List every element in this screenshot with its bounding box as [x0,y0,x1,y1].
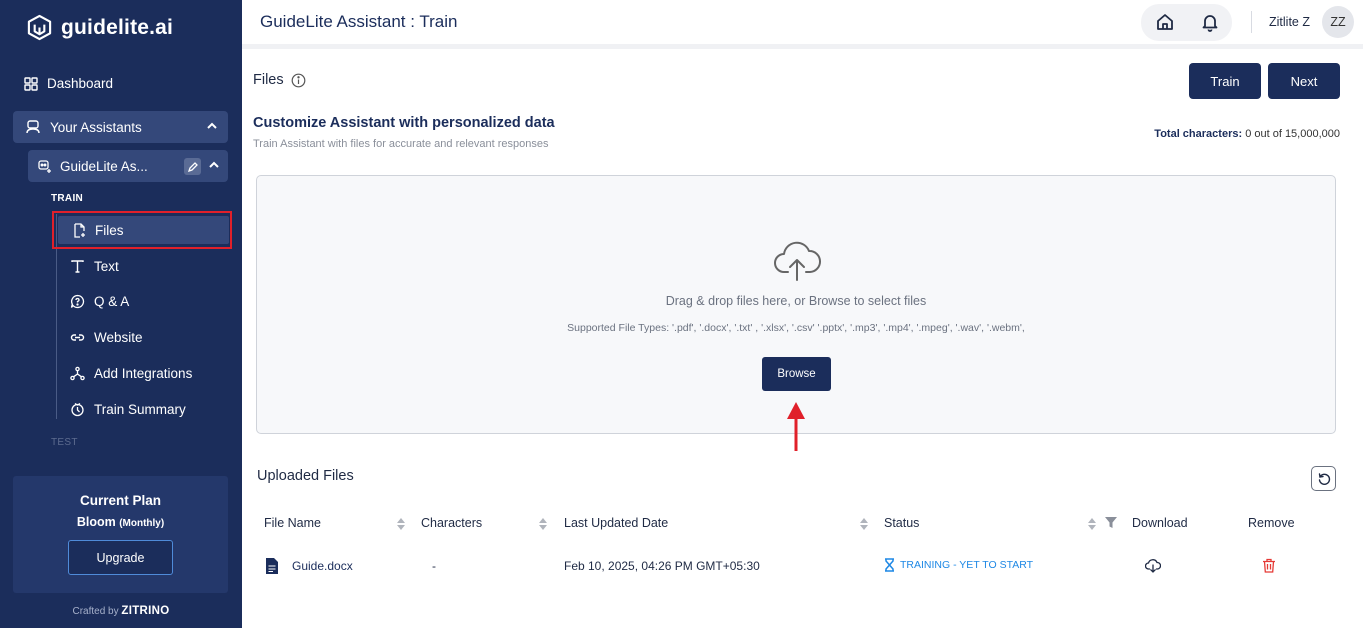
annotation-arrow-icon [787,402,805,451]
sidebar-item-label: Website [94,329,143,345]
cloud-upload-icon [774,241,821,281]
nav-dashboard-label: Dashboard [47,76,114,91]
sidebar-item-label: Add Integrations [94,365,193,381]
sidebar-item-website[interactable]: Website [70,326,143,348]
link-icon [70,333,85,341]
home-icon[interactable] [1155,12,1175,32]
avatar[interactable]: ZZ [1322,6,1354,38]
column-header-characters[interactable]: Characters [421,516,482,530]
crafted-by: Crafted by ZITRINO [0,605,242,617]
header-divider [1251,11,1252,33]
sidebar-item-train-summary[interactable]: Train Summary [70,398,186,420]
file-add-icon [74,222,85,238]
browse-button[interactable]: Browse [762,357,831,391]
user-name[interactable]: Zitlite Z [1269,15,1310,29]
bot-icon [38,159,51,173]
logo[interactable]: guidelite.ai [26,14,173,41]
nav-your-assistants-label: Your Assistants [50,119,142,135]
sidebar-item-label: Files [95,222,124,238]
cell-last-updated: Feb 10, 2025, 04:26 PM GMT+05:30 [564,559,760,573]
top-bar-divider [242,44,1363,49]
column-header-status[interactable]: Status [884,516,919,530]
column-header-last-updated[interactable]: Last Updated Date [564,516,668,530]
sidebar-item-label: Train Summary [94,401,186,417]
sidebar-item-add-integrations[interactable]: Add Integrations [70,362,192,384]
edit-assistant-button[interactable] [184,158,201,175]
next-button[interactable]: Next [1268,63,1340,99]
sort-icon[interactable] [1087,517,1097,531]
upgrade-button[interactable]: Upgrade [68,540,173,575]
chevron-up-icon[interactable] [208,159,220,171]
train-summary-icon [71,402,84,416]
filter-icon[interactable] [1104,516,1118,529]
customize-title: Customize Assistant with personalized da… [253,115,555,131]
text-icon [71,259,84,273]
file-name-link[interactable]: Guide.docx [292,559,353,573]
total-characters-label: Total characters: [1154,128,1243,140]
nav-your-assistants[interactable]: Your Assistants [13,111,228,143]
top-bar: GuideLite Assistant : Train Zitlite Z ZZ [242,0,1363,44]
total-characters-value: 0 out of 15,000,000 [1245,128,1340,140]
document-icon [266,558,278,574]
sidebar: guidelite.ai Dashboard Your Assistants G… [0,0,242,628]
plan-name: Bloom (Monthly) [13,515,228,529]
plan-name-value: Bloom [76,515,116,529]
section-label-train: TRAIN [51,193,84,204]
highlight-box: Files [52,211,232,249]
sort-icon[interactable] [859,517,869,531]
nav-dashboard[interactable]: Dashboard [24,76,113,91]
customize-subtitle: Train Assistant with files for accurate … [253,138,549,150]
status-text: TRAINING - YET TO START [900,559,1034,571]
nav-assistant-name: GuideLite As... [60,158,148,174]
sidebar-item-qa[interactable]: Q & A [70,290,129,312]
chevron-up-icon[interactable] [206,120,218,132]
column-header-download: Download [1132,516,1188,530]
plan-card: Current Plan Bloom (Monthly) Upgrade [13,476,228,593]
files-title: Files [253,72,284,88]
hourglass-icon [885,558,894,572]
files-heading: Files [253,72,306,88]
trash-icon[interactable] [1262,558,1276,573]
sidebar-item-label: Q & A [94,293,130,309]
plan-title: Current Plan [79,493,161,508]
sidebar-item-label: Text [94,258,119,274]
dropzone-instructions: Drag & drop files here, or Browse to sel… [665,294,927,308]
info-icon[interactable] [291,73,306,88]
crafted-brand[interactable]: ZITRINO [121,605,169,617]
integrations-icon [70,366,85,380]
plan-period: (Monthly) [119,518,165,529]
page-title: GuideLite Assistant : Train [260,12,458,31]
section-label-test: TEST [51,437,78,448]
column-header-file-name[interactable]: File Name [264,516,321,530]
sidebar-item-text[interactable]: Text [70,255,119,277]
bell-icon[interactable] [1200,12,1220,32]
sort-icon[interactable] [396,517,406,531]
column-header-remove: Remove [1248,516,1295,530]
crafted-prefix: Crafted by [72,606,119,617]
pencil-icon [187,161,198,172]
train-button[interactable]: Train [1189,63,1261,99]
header-icon-group [1141,4,1232,41]
uploaded-files-title: Uploaded Files [257,468,354,484]
refresh-button[interactable] [1311,466,1336,491]
refresh-icon [1318,472,1330,485]
assistant-icon [26,120,40,134]
nav-assistant-guidelite[interactable]: GuideLite As... [28,150,228,182]
dashboard-icon [24,76,38,91]
file-dropzone[interactable]: Drag & drop files here, or Browse to sel… [256,175,1336,434]
supported-file-types: Supported File Types: '.pdf', '.docx', '… [567,322,1025,334]
sidebar-item-files[interactable]: Files [58,216,229,244]
chat-question-icon [70,294,85,308]
cloud-download-icon[interactable] [1145,559,1161,573]
sort-icon[interactable] [538,517,548,531]
status-badge: TRAINING - YET TO START [884,558,1033,572]
logo-icon [27,14,52,41]
total-characters: Total characters: 0 out of 15,000,000 [1154,128,1340,140]
logo-text: guidelite.ai [61,15,174,39]
cell-characters: - [432,559,436,573]
